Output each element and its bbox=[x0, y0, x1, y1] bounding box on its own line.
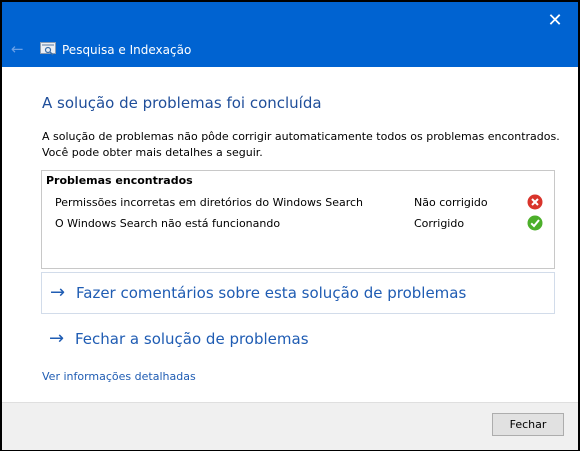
troubleshooter-window: ✕ ← Pesquisa e Indexação A solução de pr… bbox=[2, 2, 578, 450]
title-bar: ✕ ← Pesquisa e Indexação bbox=[2, 2, 578, 67]
arrow-right-icon: → bbox=[50, 282, 66, 303]
close-icon[interactable]: ✕ bbox=[544, 10, 566, 32]
search-indexing-icon bbox=[40, 42, 56, 56]
close-troubleshooter-command-link[interactable]: → Fechar a solução de problemas bbox=[41, 319, 553, 359]
close-troubleshooter-label: Fechar a solução de problemas bbox=[75, 330, 309, 348]
problem-row: Permissões incorretas em diretórios do W… bbox=[42, 194, 554, 214]
view-detailed-info-link[interactable]: Ver informações detalhadas bbox=[42, 370, 196, 383]
close-button[interactable]: Fechar bbox=[492, 413, 564, 436]
feedback-link-label: Fazer comentários sobre esta solução de … bbox=[76, 284, 467, 302]
problem-name: O Windows Search não está funcionando bbox=[55, 217, 281, 230]
problems-found-panel: Problemas encontrados Permissões incorre… bbox=[41, 170, 555, 269]
footer-bar: Fechar bbox=[2, 402, 578, 450]
problem-row: O Windows Search não está funcionando Co… bbox=[42, 215, 554, 235]
check-icon bbox=[527, 215, 543, 231]
back-arrow-icon[interactable]: ← bbox=[11, 40, 24, 58]
problem-name: Permissões incorretas em diretórios do W… bbox=[55, 196, 364, 209]
page-title: A solução de problemas foi concluída bbox=[42, 94, 322, 112]
problem-status: Corrigido bbox=[414, 217, 465, 230]
problems-title: Problemas encontrados bbox=[46, 174, 193, 187]
description-text: A solução de problemas não pôde corrigir… bbox=[42, 130, 560, 159]
feedback-command-link[interactable]: → Fazer comentários sobre esta solução d… bbox=[41, 272, 555, 314]
error-icon bbox=[527, 194, 543, 210]
problem-status: Não corrigido bbox=[414, 196, 488, 209]
window-title: Pesquisa e Indexação bbox=[62, 43, 192, 57]
arrow-right-icon: → bbox=[49, 328, 65, 349]
